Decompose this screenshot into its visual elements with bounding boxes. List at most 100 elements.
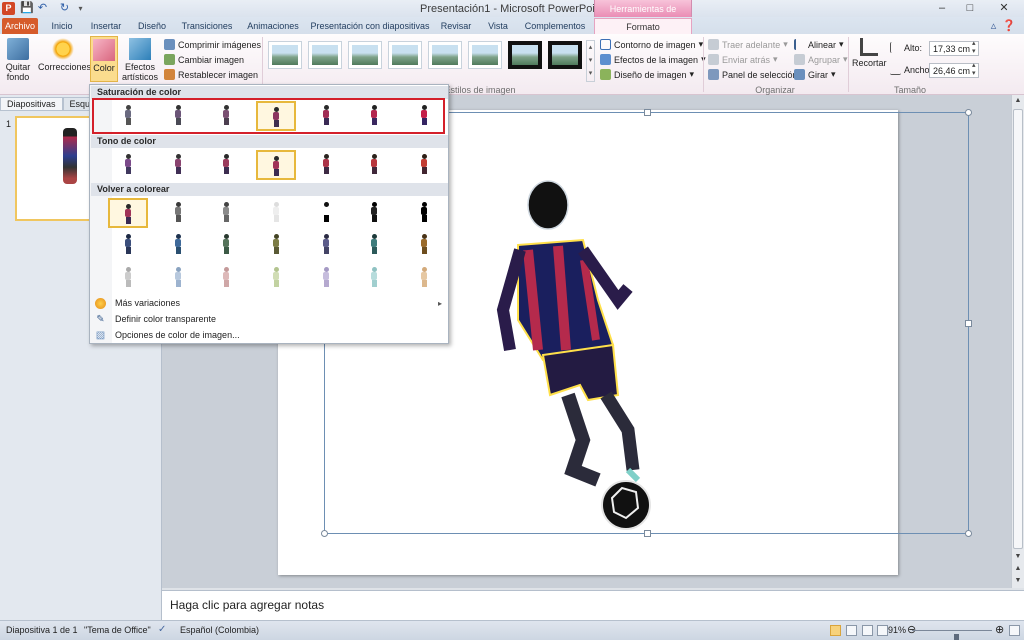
recolor-swatch[interactable] [158, 263, 198, 293]
tab-review[interactable]: Revisar [436, 18, 476, 34]
zoom-slider[interactable] [912, 630, 992, 640]
tab-format[interactable]: Formato [594, 18, 692, 34]
recolor-swatch[interactable] [354, 263, 394, 293]
reading-view-icon[interactable] [862, 625, 873, 636]
tab-design[interactable]: Diseño [132, 18, 172, 34]
picture-style-thumb[interactable] [508, 41, 542, 69]
picture-style-thumb[interactable] [268, 41, 302, 69]
recolor-swatch[interactable] [404, 230, 444, 260]
minimize-button[interactable]: – [928, 0, 956, 17]
group-button[interactable]: Agrupar ▾ [794, 54, 848, 65]
saturation-swatch[interactable] [404, 101, 444, 131]
color-button[interactable]: Color [90, 36, 118, 82]
scroll-up-icon[interactable]: ▲ [1012, 95, 1024, 107]
more-variations-item[interactable]: Más variaciones ▸ [90, 296, 448, 311]
recolor-swatch[interactable] [108, 230, 148, 260]
spellcheck-icon[interactable]: ✓ [158, 624, 166, 635]
compress-pictures-button[interactable]: Comprimir imágenes [164, 39, 261, 50]
picture-style-thumb[interactable] [548, 41, 582, 69]
gallery-scroll[interactable]: ▴ ▾ ▾ [586, 40, 595, 82]
tab-insert[interactable]: Insertar [84, 18, 128, 34]
tab-file[interactable]: Archivo [2, 18, 38, 34]
maximize-button[interactable]: □ [956, 0, 984, 17]
tab-slideshow[interactable]: Presentación con diapositivas [308, 18, 432, 34]
tone-swatch[interactable] [354, 150, 394, 180]
recolor-swatch[interactable] [354, 230, 394, 260]
recolor-swatch[interactable] [256, 230, 296, 260]
recolor-swatch[interactable] [206, 230, 246, 260]
slideshow-view-icon[interactable] [877, 625, 888, 636]
tab-addins[interactable]: Complementos [520, 18, 590, 34]
zoom-in-icon[interactable]: ⊕ [995, 623, 1004, 636]
recolor-swatch[interactable] [108, 198, 148, 228]
recolor-swatch[interactable] [158, 198, 198, 228]
picture-style-thumb[interactable] [468, 41, 502, 69]
selection-pane-button[interactable]: Panel de selección [708, 69, 798, 80]
picture-style-thumb[interactable] [348, 41, 382, 69]
picture-style-thumb[interactable] [428, 41, 462, 69]
corrections-button[interactable]: Correcciones [38, 38, 91, 72]
resize-handle[interactable] [965, 530, 972, 537]
resize-handle[interactable] [321, 530, 328, 537]
slide-sorter-view-icon[interactable] [846, 625, 857, 636]
resize-handle[interactable] [965, 109, 972, 116]
recolor-swatch[interactable] [206, 263, 246, 293]
saturation-swatch[interactable] [158, 101, 198, 131]
help-icon[interactable]: ❓ [1002, 19, 1016, 32]
artistic-effects-button[interactable]: Efectos artísticos [120, 38, 160, 82]
recolor-swatch[interactable] [158, 230, 198, 260]
saturation-swatch[interactable] [354, 101, 394, 131]
recolor-swatch[interactable] [306, 198, 346, 228]
scroll-thumb[interactable] [1013, 109, 1023, 549]
crop-button[interactable]: Recortar [852, 38, 887, 68]
resize-handle[interactable] [644, 530, 651, 537]
tone-swatch[interactable] [404, 150, 444, 180]
recolor-swatch[interactable] [256, 263, 296, 293]
recolor-swatch[interactable] [354, 198, 394, 228]
vertical-scrollbar[interactable]: ▲ ▼ ▲ ▼ [1011, 95, 1024, 588]
tab-home[interactable]: Inicio [44, 18, 80, 34]
recolor-swatch[interactable] [404, 263, 444, 293]
recolor-swatch[interactable] [256, 198, 296, 228]
tone-swatch[interactable] [108, 150, 148, 180]
zoom-slider-knob[interactable] [954, 634, 959, 640]
saturation-swatch[interactable] [306, 101, 346, 131]
resize-handle[interactable] [644, 109, 651, 116]
tab-view[interactable]: Vista [480, 18, 516, 34]
reset-picture-button[interactable]: Restablecer imagen [164, 69, 258, 80]
scroll-down-icon[interactable]: ▼ [1012, 551, 1024, 563]
height-spinner[interactable]: ▴ ▾ [972, 40, 976, 56]
tab-animations[interactable]: Animaciones [242, 18, 304, 34]
picture-border-button[interactable]: Contorno de imagen ▾ [600, 39, 703, 50]
remove-background-button[interactable]: Quitar fondo [2, 38, 34, 82]
set-transparent-color-item[interactable]: ✎ Definir color transparente [90, 312, 448, 327]
zoom-level[interactable]: 91% [888, 625, 906, 635]
bring-forward-button[interactable]: Traer adelante ▾ [708, 39, 788, 50]
change-picture-button[interactable]: Cambiar imagen [164, 54, 244, 65]
collapse-ribbon-icon[interactable]: ▵ [991, 19, 997, 32]
tone-swatch[interactable] [206, 150, 246, 180]
tab-slides[interactable]: Diapositivas [0, 97, 63, 111]
tone-swatch[interactable] [306, 150, 346, 180]
rotate-button[interactable]: Girar ▾ [794, 69, 836, 80]
recolor-swatch[interactable] [404, 198, 444, 228]
recolor-swatch[interactable] [108, 263, 148, 293]
tone-swatch[interactable] [158, 150, 198, 180]
recolor-swatch[interactable] [306, 263, 346, 293]
language[interactable]: Español (Colombia) [180, 625, 259, 635]
saturation-swatch[interactable] [256, 101, 296, 131]
picture-layout-button[interactable]: Diseño de imagen ▾ [600, 69, 694, 80]
close-button[interactable]: ✕ [984, 0, 1024, 17]
resize-handle[interactable] [965, 320, 972, 327]
fit-to-window-icon[interactable] [1009, 625, 1020, 636]
picture-effects-button[interactable]: Efectos de la imagen▾ [600, 54, 706, 65]
next-slide-icon[interactable]: ▼ [1012, 575, 1024, 587]
align-button[interactable]: Alinear ▾ [794, 39, 844, 50]
picture-style-thumb[interactable] [388, 41, 422, 69]
picture-style-thumb[interactable] [308, 41, 342, 69]
previous-slide-icon[interactable]: ▲ [1012, 563, 1024, 575]
notes-pane[interactable]: Haga clic para agregar notas [162, 590, 1024, 620]
saturation-swatch[interactable] [206, 101, 246, 131]
width-spinner[interactable]: ▴ ▾ [972, 62, 976, 78]
recolor-swatch[interactable] [306, 230, 346, 260]
